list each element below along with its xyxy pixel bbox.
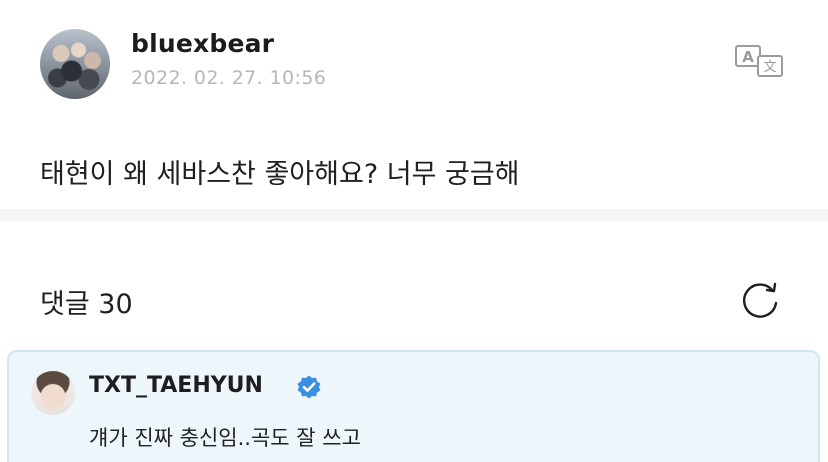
translate-icon: A 文 bbox=[735, 45, 783, 77]
svg-text:文: 文 bbox=[763, 60, 776, 75]
post-author-name[interactable]: bluexbear bbox=[131, 29, 274, 58]
verified-badge-icon bbox=[296, 374, 322, 400]
svg-text:A: A bbox=[742, 48, 754, 66]
comment-author-avatar[interactable] bbox=[31, 371, 75, 415]
translate-button[interactable]: A 文 bbox=[734, 42, 786, 78]
comment-author-name[interactable]: TXT_TAEHYUN bbox=[89, 373, 263, 398]
comment-text: 걔가 진짜 충신임..곡도 잘 쓰고 bbox=[89, 426, 361, 450]
artist-comment-card[interactable]: TXT_TAEHYUN 걔가 진짜 충신임..곡도 잘 쓰고 bbox=[7, 350, 820, 462]
comments-header: 댓글 30 bbox=[0, 222, 828, 346]
post-header: bluexbear 2022. 02. 27. 10:56 A 文 bbox=[0, 0, 828, 120]
post-timestamp: 2022. 02. 27. 10:56 bbox=[131, 67, 327, 89]
refresh-button[interactable] bbox=[738, 277, 782, 321]
author-avatar[interactable] bbox=[40, 29, 110, 99]
post-body-text: 태현이 왜 세바스찬 좋아해요? 너무 궁금해 bbox=[40, 159, 520, 190]
refresh-icon bbox=[743, 282, 778, 318]
comments-count-title: 댓글 30 bbox=[40, 289, 133, 320]
section-divider bbox=[0, 209, 828, 222]
